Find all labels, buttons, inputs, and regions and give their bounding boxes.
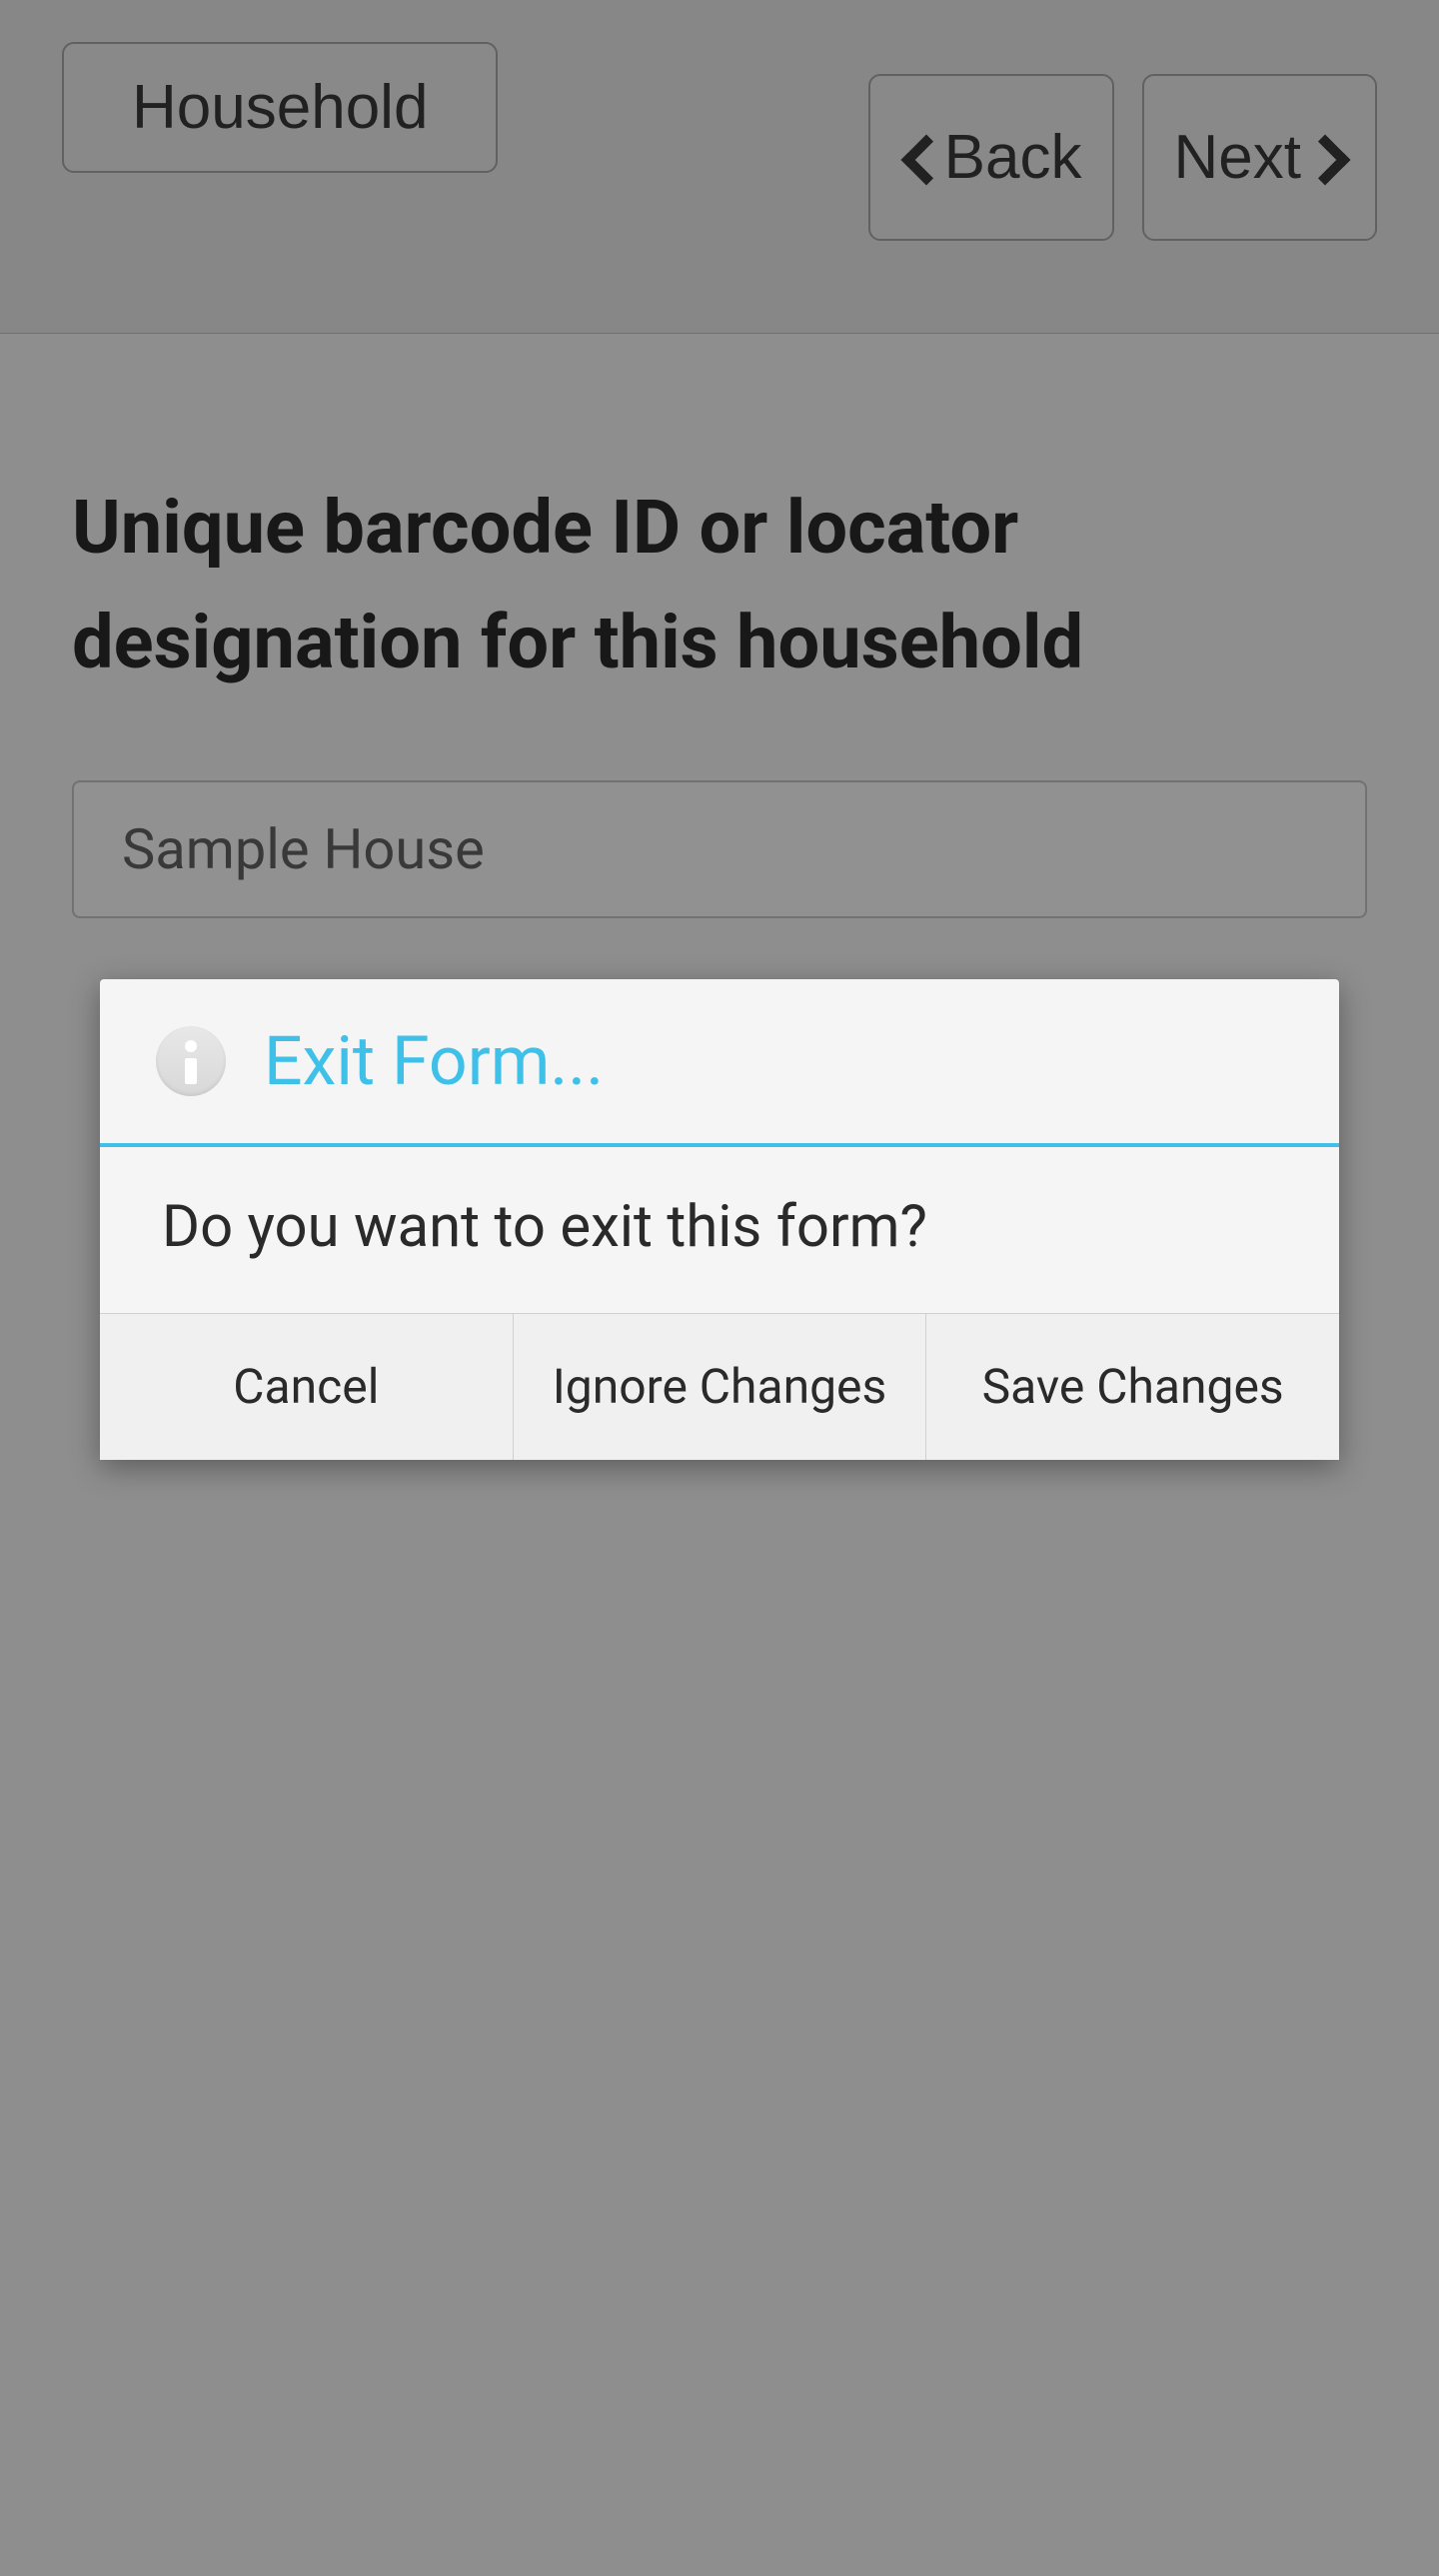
exit-form-dialog: Exit Form... Do you want to exit this fo… [100, 979, 1339, 1460]
dialog-title: Exit Form... [264, 1021, 604, 1101]
modal-overlay[interactable]: Exit Form... Do you want to exit this fo… [0, 0, 1439, 2576]
cancel-button[interactable]: Cancel [100, 1314, 514, 1460]
save-changes-button-label: Save Changes [982, 1358, 1284, 1415]
cancel-button-label: Cancel [233, 1358, 379, 1415]
dialog-actions: Cancel Ignore Changes Save Changes [100, 1314, 1339, 1460]
ignore-changes-button[interactable]: Ignore Changes [514, 1314, 927, 1460]
info-icon [156, 1026, 226, 1096]
ignore-changes-button-label: Ignore Changes [553, 1358, 887, 1415]
dialog-message: Do you want to exit this form? [100, 1147, 1339, 1314]
save-changes-button[interactable]: Save Changes [926, 1314, 1339, 1460]
dialog-header: Exit Form... [100, 979, 1339, 1147]
